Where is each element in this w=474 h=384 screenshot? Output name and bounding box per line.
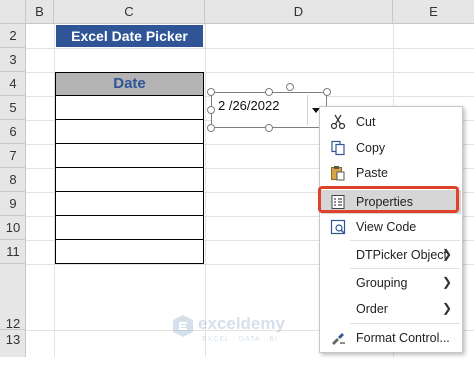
date-table-row[interactable] xyxy=(55,240,204,264)
date-picker-value: 2 /26/2022 xyxy=(218,98,280,113)
title-banner[interactable]: Excel Date Picker xyxy=(56,25,203,47)
row-header-11[interactable]: 11 xyxy=(0,240,26,264)
menu-item-paste[interactable]: Paste xyxy=(320,161,462,185)
menu-item-label: Format Control... xyxy=(356,331,450,345)
menu-item-label: View Code xyxy=(356,220,417,234)
watermark-tagline: EXCEL · DATA · BI xyxy=(202,336,278,343)
date-table-row[interactable] xyxy=(55,120,204,144)
view-code-icon xyxy=(330,219,346,235)
paste-icon xyxy=(331,166,345,181)
copy-icon xyxy=(331,140,345,156)
resize-handle[interactable] xyxy=(207,106,215,114)
menu-item-view-code[interactable]: View Code xyxy=(320,215,462,239)
submenu-arrow-icon: ❯ xyxy=(441,275,452,289)
context-menu: Cut Copy Paste Properties View Code DTPi… xyxy=(319,106,463,353)
date-table-header[interactable]: Date xyxy=(55,72,204,96)
scissors-icon xyxy=(330,114,346,130)
row-header-8[interactable]: 8 xyxy=(0,168,26,192)
menu-separator xyxy=(350,240,460,241)
column-header-b[interactable]: B xyxy=(26,0,54,24)
menu-item-label: Copy xyxy=(356,141,386,155)
menu-item-label: DTPicker Object xyxy=(356,248,447,262)
menu-separator xyxy=(350,268,460,269)
format-control-icon xyxy=(332,333,345,345)
date-table-row[interactable] xyxy=(55,144,204,168)
row-header-6[interactable]: 6 xyxy=(0,120,26,144)
row-header-2[interactable]: 2 xyxy=(0,24,26,48)
select-all-corner[interactable] xyxy=(0,0,26,24)
menu-item-copy[interactable]: Copy xyxy=(320,136,462,160)
menu-item-grouping[interactable]: Grouping ❯ xyxy=(320,271,462,295)
menu-item-label: Order xyxy=(356,302,388,316)
resize-handle[interactable] xyxy=(207,88,215,96)
menu-item-dtpicker-object[interactable]: DTPicker Object ❯ xyxy=(320,243,462,267)
menu-item-label: Cut xyxy=(356,115,376,129)
gridline xyxy=(205,24,206,357)
date-table-row[interactable] xyxy=(55,168,204,192)
menu-separator xyxy=(350,323,460,324)
watermark-name: exceldemy xyxy=(198,314,285,333)
row-header-13[interactable]: 13 xyxy=(0,330,26,357)
exceldemy-logo-icon xyxy=(173,315,193,337)
resize-handle[interactable] xyxy=(265,124,273,132)
date-table-row[interactable] xyxy=(55,96,204,120)
resize-handle[interactable] xyxy=(207,124,215,132)
resize-handle[interactable] xyxy=(265,88,273,96)
submenu-arrow-icon: ❯ xyxy=(441,301,452,315)
column-header-bar: B C D E xyxy=(0,0,474,24)
row-header-3[interactable]: 3 xyxy=(0,48,26,72)
row-header-7[interactable]: 7 xyxy=(0,144,26,168)
menu-item-cut[interactable]: Cut xyxy=(320,110,462,134)
row-header-10[interactable]: 10 xyxy=(0,216,26,240)
menu-item-label: Grouping xyxy=(356,276,408,290)
menu-item-label: Paste xyxy=(356,166,388,180)
menu-item-format-control[interactable]: Format Control... xyxy=(320,326,462,350)
date-table-row[interactable] xyxy=(55,216,204,240)
column-header-c[interactable]: C xyxy=(54,0,205,24)
row-header-5[interactable]: 5 xyxy=(0,96,26,120)
gridline xyxy=(26,48,474,49)
highlight-box xyxy=(318,186,459,213)
column-header-e[interactable]: E xyxy=(393,0,474,24)
resize-handle[interactable] xyxy=(323,88,331,96)
menu-item-order[interactable]: Order ❯ xyxy=(320,297,462,321)
row-header-4[interactable]: 4 xyxy=(0,72,26,96)
row-header-bar: 2 3 4 5 6 7 8 9 10 11 12 13 xyxy=(0,24,26,357)
watermark: exceldemy EXCEL · DATA · BI xyxy=(172,312,322,352)
submenu-arrow-icon: ❯ xyxy=(441,247,452,261)
column-header-d[interactable]: D xyxy=(205,0,393,24)
row-header-9[interactable]: 9 xyxy=(0,192,26,216)
row-header-12[interactable]: 12 xyxy=(0,264,26,331)
rotate-handle[interactable] xyxy=(286,83,294,91)
date-table-row[interactable] xyxy=(55,192,204,216)
date-picker-control[interactable]: 2 /26/2022 xyxy=(211,92,327,128)
